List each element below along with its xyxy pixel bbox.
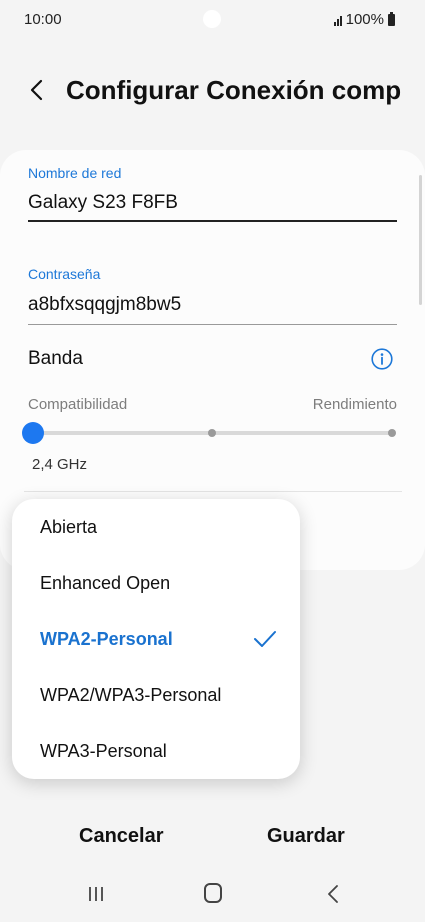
password-label: Contraseña [28, 266, 101, 282]
network-name-underline [28, 220, 397, 222]
status-bar: 10:00 100% [0, 0, 425, 40]
network-name-label: Nombre de red [28, 165, 122, 181]
password-input[interactable]: a8bfxsqqgjm8bw5 [28, 294, 181, 316]
camera-cutout [203, 10, 221, 28]
band-slider-step[interactable] [208, 429, 216, 437]
navigation-bar [0, 870, 425, 922]
status-time: 10:00 [24, 11, 62, 28]
recents-icon[interactable] [87, 885, 105, 903]
band-value: 2,4 GHz [32, 456, 88, 473]
header: Configurar Conexión compa… [0, 64, 425, 116]
band-label: Banda [28, 348, 83, 369]
band-max-label: Rendimiento [312, 396, 397, 413]
signal-icon [333, 14, 342, 26]
save-button[interactable]: Guardar [267, 825, 345, 848]
security-option-wpa2-wpa3-personal[interactable]: WPA2/WPA3-Personal [40, 685, 221, 706]
battery-percent: 100% [345, 11, 384, 28]
divider [24, 491, 402, 492]
status-icons: 100% [333, 11, 395, 28]
home-icon[interactable] [204, 883, 222, 903]
network-name-input[interactable]: Galaxy S23 F8FB [28, 192, 178, 214]
password-underline [28, 324, 397, 325]
security-dropdown-menu: Abierta Enhanced Open WPA2-Personal WPA2… [12, 499, 300, 779]
check-icon [254, 631, 276, 647]
page-title: Configurar Conexión compa… [66, 75, 401, 105]
band-min-label: Compatibilidad [28, 396, 128, 413]
band-slider-step[interactable] [388, 429, 396, 437]
security-option-wpa3-personal[interactable]: WPA3-Personal [40, 741, 167, 762]
security-option-enhanced-open[interactable]: Enhanced Open [40, 573, 170, 594]
band-slider-thumb[interactable] [22, 422, 44, 444]
info-icon[interactable] [371, 348, 393, 370]
battery-icon [388, 11, 395, 26]
security-option-abierta[interactable]: Abierta [40, 517, 97, 538]
scroll-indicator [419, 175, 422, 305]
security-option-wpa2-personal[interactable]: WPA2-Personal [40, 629, 173, 650]
chevron-left-icon[interactable] [24, 76, 52, 104]
back-icon[interactable] [325, 883, 341, 905]
cancel-button[interactable]: Cancelar [79, 825, 164, 848]
